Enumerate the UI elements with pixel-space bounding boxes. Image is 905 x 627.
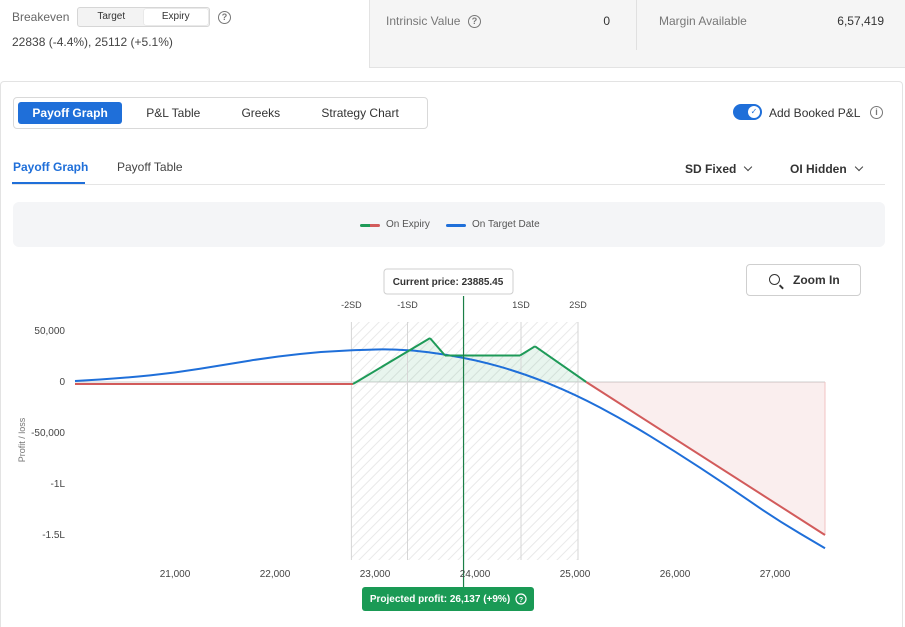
legend-label-expiry: On Expiry [386,219,430,230]
legend-swatch-expiry [360,224,380,227]
tab-pl-table[interactable]: P&L Table [122,102,224,124]
sd-label: 1SD [512,300,530,310]
breakeven-mode-toggle: Target Expiry [77,7,210,27]
tab-payoff-graph[interactable]: Payoff Graph [18,102,123,124]
breakeven-panel: Breakeven Target Expiry ? 22838 (-4.4%),… [0,0,370,68]
y-axis-label: Profit / loss [17,417,27,462]
subtab-payoff-table[interactable]: Payoff Table [117,160,183,174]
sd-label: 2SD [569,300,587,310]
info-icon[interactable]: i [870,106,883,119]
y-tick-label: 50,000 [34,326,65,337]
x-tick-label: 26,000 [660,569,691,580]
intrinsic-help-icon[interactable]: ? [468,15,481,28]
intrinsic-value: 0 [603,14,610,28]
breakeven-values: 22838 (-4.4%), 25112 (+5.1%) [12,35,173,49]
subtab-payoff-graph[interactable]: Payoff Graph [13,160,88,174]
legend-label-target: On Target Date [472,219,540,230]
chevron-down-icon [854,162,863,172]
oi-dropdown[interactable]: OI Hidden [790,162,863,176]
x-tick-label: 23,000 [360,569,391,580]
legend-swatch-target [446,224,466,227]
sd-dropdown[interactable]: SD Fixed [685,162,753,176]
margin-available-value: 6,57,419 [837,14,884,28]
projected-profit-label: Projected profit: 26,137 (+9%) [370,594,510,605]
payoff-chart[interactable]: -2SD -1SD 1SD 2SD Current price: 23885.45 50,… [0,255,905,627]
y-tick-label: -1.5L [42,530,65,541]
oi-dropdown-label: OI Hidden [790,162,847,176]
check-icon: ✓ [748,106,760,118]
tab-greeks[interactable]: Greeks [224,102,297,124]
intrinsic-value-label: Intrinsic Value [386,14,461,28]
summary-divider [636,0,637,50]
subtab-active-indicator [12,182,85,184]
margin-available-label: Margin Available [659,14,747,28]
add-booked-pl-toggle[interactable]: ✓ [733,104,762,120]
add-booked-pl-label: Add Booked P&L [769,106,861,120]
y-tick-label: -1L [51,479,66,490]
chevron-down-icon [744,162,753,172]
subtab-divider [12,184,885,185]
x-tick-label: 22,000 [260,569,291,580]
main-tabs: Payoff Graph P&L Table Greeks Strategy C… [13,97,428,129]
sd-label: -1SD [397,300,418,310]
breakeven-mode-target[interactable]: Target [79,9,144,25]
current-price-label: Current price: 23885.45 [393,277,504,288]
y-tick-label: -50,000 [31,428,65,439]
y-tick-label: 0 [59,377,65,388]
x-tick-label: 27,000 [760,569,791,580]
tab-strategy-chart[interactable]: Strategy Chart [297,102,423,124]
breakeven-help-icon[interactable]: ? [218,11,231,24]
summary-strip: Breakeven Target Expiry ? 22838 (-4.4%),… [0,0,905,68]
breakeven-label: Breakeven [12,10,70,24]
breakeven-mode-expiry[interactable]: Expiry [143,9,208,25]
x-tick-label: 25,000 [560,569,591,580]
x-tick-label: 21,000 [160,569,191,580]
help-glyph: ? [519,597,523,604]
sd-dropdown-label: SD Fixed [685,162,737,176]
sd-label: -2SD [341,300,362,310]
x-tick-label: 24,000 [460,569,491,580]
